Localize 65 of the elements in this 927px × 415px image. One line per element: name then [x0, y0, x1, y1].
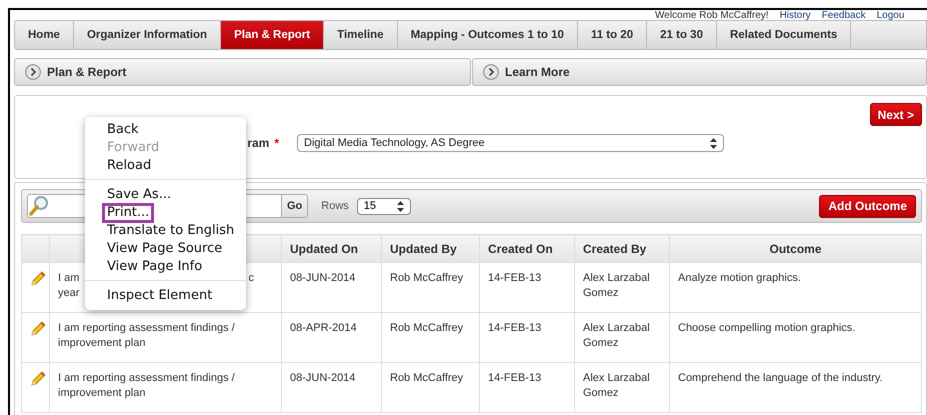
updown-arrows-icon: [710, 138, 717, 148]
report-text: I am reporting assessment findings /: [58, 371, 235, 386]
column-header[interactable]: Updated By: [382, 234, 480, 262]
add-outcome-button[interactable]: Add Outcome: [819, 194, 916, 218]
rows-label: Rows: [321, 200, 349, 212]
pencil-icon[interactable]: [30, 371, 46, 387]
header-link[interactable]: Feedback: [822, 10, 866, 20]
menu-item[interactable]: Reload: [102, 156, 156, 176]
table-cell: 08-APR-2014: [290, 322, 357, 334]
section-header[interactable]: Learn More: [472, 58, 927, 86]
menu-item[interactable]: Save As...: [102, 185, 176, 205]
report-text: improvement plan: [58, 386, 146, 401]
table-cell: Alex Larzabal Gomez: [583, 322, 650, 349]
menu-item[interactable]: Translate to English: [102, 221, 240, 241]
chevron-right-icon: [25, 64, 41, 80]
rows-select[interactable]: 15: [356, 198, 411, 214]
table-cell: 14-FEB-13: [488, 322, 542, 334]
program-select[interactable]: Digital Media Technology, AS Degree: [297, 134, 724, 152]
nav-tab[interactable]: Mapping - Outcomes 1 to 10: [398, 21, 578, 49]
column-header[interactable]: Created By: [574, 234, 670, 262]
pencil-icon[interactable]: [30, 271, 46, 287]
column-header[interactable]: Updated On: [282, 234, 382, 262]
updown-arrows-icon: [396, 200, 404, 212]
nav-tab[interactable]: Related Documents: [716, 21, 852, 49]
field-label: ram: [247, 136, 270, 150]
report-text: improvement plan: [58, 336, 146, 351]
nav-tab[interactable]: Timeline: [324, 21, 398, 49]
column-header[interactable]: Created On: [480, 234, 574, 262]
table-cell: Rob McCaffrey: [390, 322, 464, 334]
table-cell: Rob McCaffrey: [390, 372, 464, 384]
report-text: I am: [58, 271, 80, 286]
required-mark: *: [274, 136, 279, 150]
table-cell: Choose compelling motion graphics.: [678, 322, 856, 334]
report-text: I am reporting assessment findings /: [58, 321, 235, 336]
section-title: Learn More: [505, 65, 570, 79]
menu-item[interactable]: View Page Info: [102, 257, 208, 277]
section-header[interactable]: Plan & Report: [14, 58, 471, 86]
nav-tab[interactable]: Plan & Report: [221, 21, 324, 49]
header-link[interactable]: Logou: [876, 10, 904, 20]
table-cell: 14-FEB-13: [488, 272, 542, 284]
go-button[interactable]: Go: [282, 194, 308, 218]
table-cell: 08-JUN-2014: [290, 272, 356, 284]
header-link[interactable]: History: [780, 10, 811, 20]
menu-item[interactable]: Inspect Element: [102, 286, 218, 306]
table-cell: 14-FEB-13: [488, 372, 542, 384]
report-text: c: [248, 271, 254, 286]
table-cell: Alex Larzabal Gomez: [583, 372, 650, 399]
next-button[interactable]: Next >: [870, 103, 922, 126]
nav-tab[interactable]: 21 to 30: [647, 21, 717, 49]
nav-tab[interactable]: 11 to 20: [578, 21, 648, 49]
section-title: Plan & Report: [47, 65, 126, 79]
table-cell: Alex Larzabal Gomez: [583, 272, 650, 299]
pencil-icon[interactable]: [30, 321, 46, 337]
table-cell: Rob McCaffrey: [390, 272, 464, 284]
search-icon: [28, 195, 50, 217]
column-header[interactable]: Outcome: [670, 234, 922, 262]
menu-item[interactable]: Back: [102, 120, 144, 140]
chevron-right-icon: [483, 64, 499, 80]
report-text: year: [58, 286, 80, 301]
table-cell: Analyze motion graphics.: [678, 272, 801, 284]
nav-tab[interactable]: Home: [15, 21, 74, 49]
table-cell: Comprehend the language of the industry.: [678, 372, 883, 384]
table-cell: 08-JUN-2014: [290, 372, 356, 384]
menu-item[interactable]: Print...: [102, 203, 154, 223]
welcome-text: Welcome Rob McCaffrey!: [655, 10, 769, 20]
